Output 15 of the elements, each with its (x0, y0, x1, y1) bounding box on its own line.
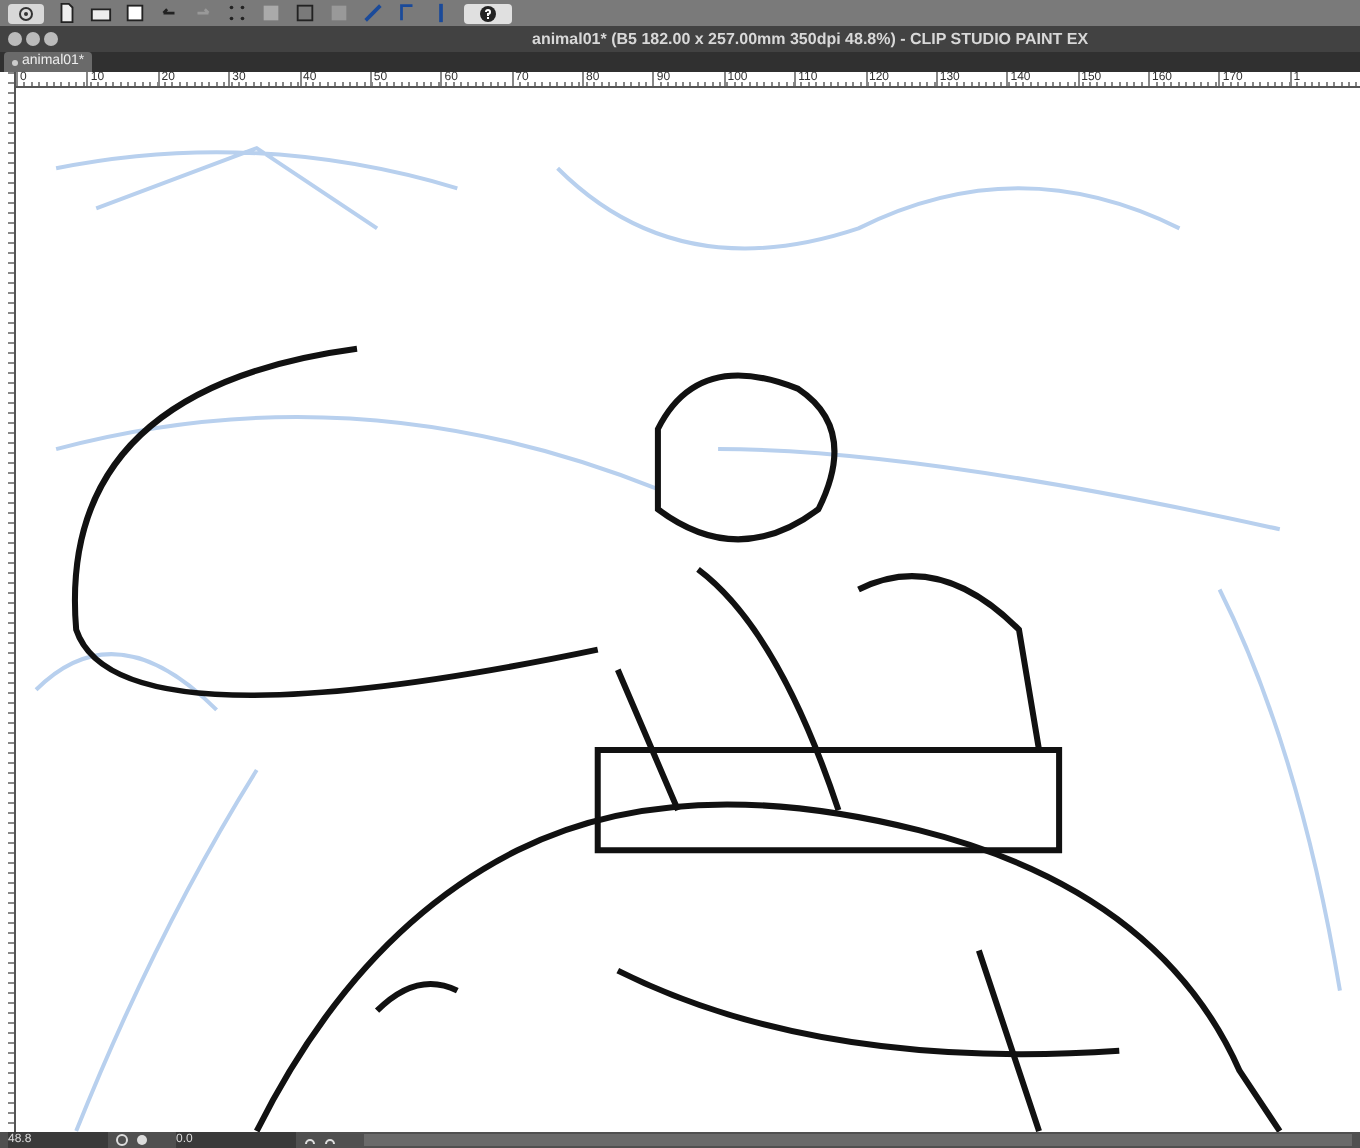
open-folder-icon[interactable] (90, 2, 112, 24)
swirl-icon (18, 5, 34, 21)
save-icon[interactable] (124, 2, 146, 24)
rotate-right-icon[interactable] (324, 1134, 336, 1146)
app-menu-button[interactable] (8, 3, 44, 23)
window-title: animal01* (B5 182.00 x 257.00mm 350dpi 48.8%) - CLIP STUDIO PAINT EX (532, 27, 1089, 51)
zoom-out-icon[interactable] (116, 1134, 128, 1146)
help-icon (480, 5, 496, 21)
close-button[interactable] (8, 32, 22, 46)
maximize-button[interactable] (44, 32, 58, 46)
dots-icon[interactable] (226, 2, 248, 24)
rotate-left-icon[interactable] (304, 1134, 316, 1146)
minimize-button[interactable] (26, 32, 40, 46)
help-button[interactable] (464, 3, 512, 23)
zoom-in-icon[interactable] (136, 1134, 148, 1146)
